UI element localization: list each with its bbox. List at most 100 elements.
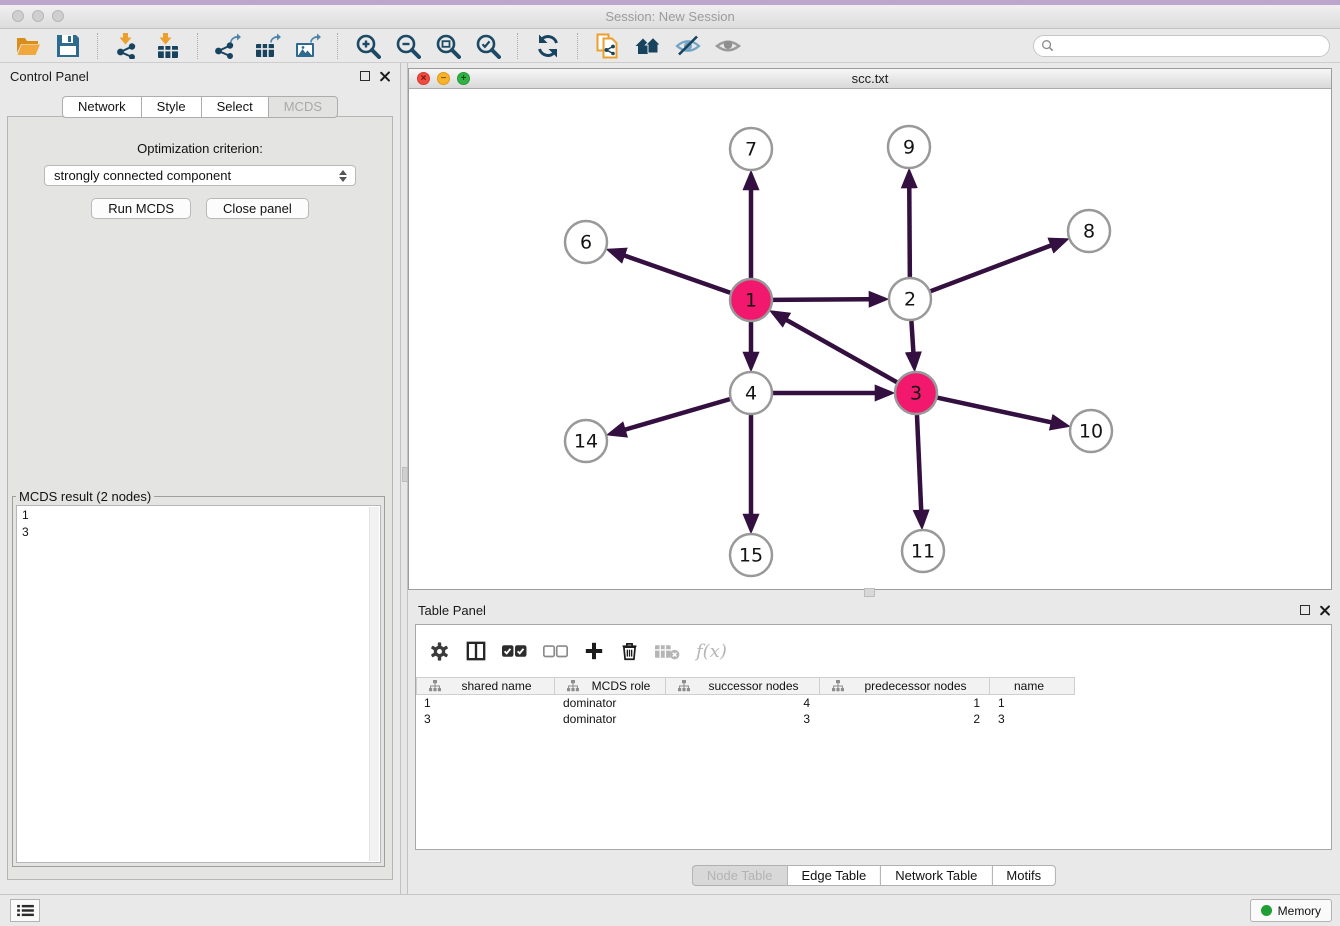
table-toolbar: f(x) bbox=[416, 625, 1331, 677]
tab-style[interactable]: Style bbox=[141, 96, 201, 118]
network-graph[interactable]: 1234678910111415 bbox=[409, 89, 1331, 590]
edge-2-3[interactable] bbox=[911, 321, 914, 367]
tab-network-table[interactable]: Network Table bbox=[880, 865, 991, 886]
mcds-result-group: MCDS result (2 nodes) 1 3 bbox=[12, 489, 385, 867]
delete-column-button[interactable] bbox=[620, 641, 639, 661]
close-panel-button[interactable]: Close panel bbox=[206, 198, 309, 219]
edge-3-10[interactable] bbox=[937, 398, 1065, 426]
column-header-name[interactable]: name bbox=[990, 677, 1075, 695]
deselect-all-button[interactable] bbox=[543, 644, 568, 659]
select-all-button[interactable] bbox=[502, 644, 527, 659]
network-window-titlebar[interactable]: × − + scc.txt bbox=[409, 69, 1331, 89]
tab-node-table[interactable]: Node Table bbox=[692, 865, 787, 886]
result-scrollbar[interactable] bbox=[369, 507, 379, 861]
edge-1-2[interactable] bbox=[773, 299, 884, 300]
edge-4-14[interactable] bbox=[611, 399, 730, 434]
network-file-button[interactable] bbox=[591, 32, 625, 60]
search-box[interactable] bbox=[1033, 35, 1330, 57]
toolbar-separator bbox=[197, 33, 199, 59]
tab-motifs[interactable]: Motifs bbox=[991, 865, 1056, 886]
toolbar-separator bbox=[577, 33, 579, 59]
column-header-label: successor nodes bbox=[694, 679, 819, 693]
network-resize-grip[interactable] bbox=[864, 588, 875, 597]
split-columns-button[interactable] bbox=[466, 641, 486, 661]
edge-3-11[interactable] bbox=[917, 415, 922, 525]
float-panel-icon[interactable] bbox=[360, 71, 370, 81]
refresh-button[interactable] bbox=[531, 32, 565, 60]
export-image-button[interactable] bbox=[291, 32, 325, 60]
close-view-icon[interactable]: × bbox=[417, 72, 430, 85]
minimize-window-icon[interactable] bbox=[32, 10, 44, 22]
zoom-selected-button[interactable] bbox=[471, 32, 505, 60]
column-header-shared-name[interactable]: shared name bbox=[416, 677, 555, 695]
hierarchy-icon bbox=[567, 680, 579, 692]
network-canvas[interactable]: 1234678910111415 bbox=[409, 89, 1331, 589]
memory-button[interactable]: Memory bbox=[1250, 899, 1332, 922]
table-row[interactable]: 3dominator323 bbox=[416, 711, 1331, 727]
status-list-button[interactable] bbox=[10, 899, 40, 922]
search-input[interactable] bbox=[1058, 37, 1329, 55]
tab-network[interactable]: Network bbox=[62, 96, 141, 118]
open-session-button[interactable] bbox=[11, 32, 45, 60]
save-session-button[interactable] bbox=[51, 32, 85, 60]
toolbar-separator bbox=[517, 33, 519, 59]
table-header-row: shared nameMCDS role successor nodesprede… bbox=[416, 677, 1331, 695]
zoom-window-icon[interactable] bbox=[52, 10, 64, 22]
edge-3-1[interactable] bbox=[774, 313, 897, 382]
import-table-button[interactable] bbox=[151, 32, 185, 60]
network-view-window: × − + scc.txt 1234678910111415 bbox=[408, 68, 1332, 590]
optimization-criterion-label: Optimization criterion: bbox=[8, 141, 392, 156]
deselect-all-icon bbox=[543, 644, 568, 659]
column-header-mcds-role[interactable]: MCDS role bbox=[555, 677, 666, 695]
table-panel-title: Table Panel bbox=[418, 603, 486, 618]
show-all-button[interactable] bbox=[711, 32, 745, 60]
node-label-14: 14 bbox=[574, 431, 598, 453]
refresh-icon bbox=[535, 33, 561, 59]
select-stepper-icon bbox=[334, 170, 355, 182]
open-session-icon bbox=[15, 33, 41, 59]
hide-selected-button[interactable] bbox=[671, 32, 705, 60]
edge-2-9[interactable] bbox=[909, 173, 910, 277]
export-table-button[interactable] bbox=[251, 32, 285, 60]
panel-split-divider[interactable] bbox=[400, 63, 408, 894]
network-view-title: scc.txt bbox=[409, 69, 1331, 88]
close-table-panel-icon[interactable] bbox=[1319, 605, 1330, 616]
edge-2-8[interactable] bbox=[931, 240, 1065, 291]
run-mcds-button[interactable]: Run MCDS bbox=[91, 198, 191, 219]
close-window-icon[interactable] bbox=[12, 10, 24, 22]
table-row[interactable]: 1dominator411 bbox=[416, 695, 1331, 711]
show-all-icon bbox=[715, 33, 741, 59]
import-network-button[interactable] bbox=[111, 32, 145, 60]
maximize-view-icon[interactable]: + bbox=[457, 72, 470, 85]
column-header-predecessor-nodes[interactable]: predecessor nodes bbox=[820, 677, 990, 695]
table-cell: 1 bbox=[820, 695, 990, 711]
column-header-successor-nodes[interactable]: successor nodes bbox=[666, 677, 820, 695]
node-label-15: 15 bbox=[739, 545, 763, 567]
optimization-criterion-select[interactable]: strongly connected component bbox=[44, 165, 356, 186]
zoom-fit-button[interactable] bbox=[431, 32, 465, 60]
zoom-out-icon bbox=[395, 33, 421, 59]
memory-label: Memory bbox=[1278, 904, 1321, 918]
tab-edge-table[interactable]: Edge Table bbox=[786, 865, 880, 886]
table-cell: 3 bbox=[416, 711, 555, 727]
mcds-result-area: 1 3 bbox=[16, 505, 381, 863]
float-table-panel-icon[interactable] bbox=[1300, 605, 1310, 615]
zoom-out-button[interactable] bbox=[391, 32, 425, 60]
delete-table-button bbox=[655, 643, 680, 660]
function-builder-button: f(x) bbox=[696, 641, 727, 662]
list-icon bbox=[17, 904, 34, 917]
edge-1-6[interactable] bbox=[611, 251, 731, 293]
table-tabs: Node TableEdge TableNetwork TableMotifs bbox=[692, 865, 1056, 886]
home-button[interactable] bbox=[631, 32, 665, 60]
add-column-button[interactable] bbox=[584, 641, 604, 661]
close-panel-icon[interactable] bbox=[379, 71, 390, 82]
zoom-in-button[interactable] bbox=[351, 32, 385, 60]
search-icon bbox=[1041, 39, 1054, 52]
tab-select[interactable]: Select bbox=[201, 96, 268, 118]
main-toolbar bbox=[0, 29, 1340, 63]
minimize-view-icon[interactable]: − bbox=[437, 72, 450, 85]
settings-gear-button[interactable] bbox=[429, 641, 450, 662]
tab-mcds[interactable]: MCDS bbox=[268, 96, 338, 118]
window-title: Session: New Session bbox=[0, 5, 1340, 28]
export-network-button[interactable] bbox=[211, 32, 245, 60]
